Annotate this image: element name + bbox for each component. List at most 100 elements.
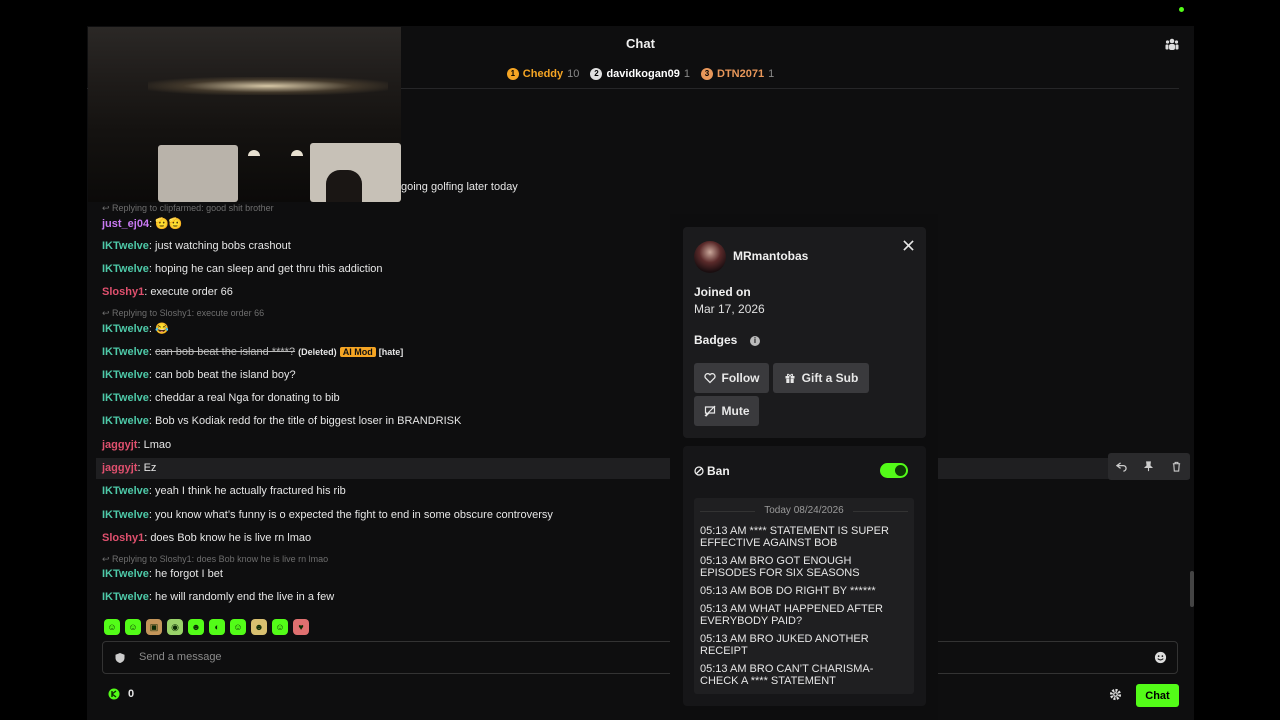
- ban-label: Ban: [694, 464, 730, 478]
- message-username[interactable]: IKTwelve: [102, 392, 149, 404]
- ban-icon: [694, 466, 704, 476]
- chat-message[interactable]: IKTwelve: Bob vs Kodiak redd for the tit…: [102, 415, 461, 427]
- chat-message[interactable]: Sloshy1: execute order 66: [102, 286, 233, 298]
- message-text: can bob beat the island boy?: [155, 369, 296, 381]
- message-text: 🫡🫡: [155, 218, 183, 230]
- emote[interactable]: ☺: [272, 619, 288, 635]
- emote[interactable]: ☻: [251, 619, 267, 635]
- message-username[interactable]: IKTwelve: [102, 263, 149, 275]
- history-message: 05:13 AM BRO JUKED ANOTHER RECEIPT: [700, 633, 869, 657]
- emote[interactable]: ☺: [125, 619, 141, 635]
- emote[interactable]: ◐: [209, 619, 225, 635]
- emote[interactable]: ☺: [230, 619, 246, 635]
- chat-message[interactable]: IKTwelve: 😂: [102, 322, 169, 335]
- pin-icon[interactable]: [1143, 461, 1154, 472]
- chat-message-deleted[interactable]: IKTwelve: can bob beat the island ****? …: [102, 346, 403, 358]
- mute-label: Mute: [721, 404, 750, 418]
- leaderboard-item[interactable]: 1 Cheddy 10: [506, 68, 580, 80]
- trash-icon[interactable]: [1171, 461, 1182, 472]
- message-history: Today 08/24/2026 05:13 AM **** STATEMENT…: [694, 498, 914, 694]
- message-input-box[interactable]: [102, 641, 1178, 674]
- leaderboard-name: DTN2071: [717, 68, 765, 80]
- lamp: [291, 150, 303, 156]
- chat-message-hovered[interactable]: jaggyjt: Ez: [102, 462, 156, 474]
- channel-points[interactable]: 0: [108, 688, 134, 700]
- emote[interactable]: ♥: [293, 619, 309, 635]
- message-username[interactable]: IKTwelve: [102, 591, 149, 603]
- message-username[interactable]: IKTwelve: [102, 240, 149, 252]
- chat-message[interactable]: IKTwelve: just watching bobs crashout: [102, 240, 291, 252]
- message-username[interactable]: jaggyjt: [102, 439, 137, 451]
- message-username[interactable]: Sloshy1: [102, 532, 144, 544]
- message-username[interactable]: IKTwelve: [102, 415, 149, 427]
- leaderboard-name: Cheddy: [522, 68, 564, 80]
- gear-icon[interactable]: [1109, 688, 1122, 701]
- message-text: you know what’s funny is o expected the …: [155, 509, 553, 521]
- profile-username[interactable]: MRmantobas: [733, 249, 808, 263]
- message-username[interactable]: IKTwelve: [102, 346, 149, 358]
- emote[interactable]: ◉: [167, 619, 183, 635]
- joined-date: Mar 17, 2026: [694, 302, 765, 316]
- close-icon[interactable]: [903, 240, 914, 251]
- ban-toggle[interactable]: [880, 463, 908, 478]
- send-chat-button[interactable]: Chat: [1136, 684, 1179, 707]
- mute-button[interactable]: Mute: [694, 396, 759, 426]
- chat-message[interactable]: IKTwelve: hoping he can sleep and get th…: [102, 263, 383, 275]
- message-username[interactable]: just_ej04: [102, 218, 149, 230]
- reply-context[interactable]: ↩ Replying to Sloshy1: does Bob know he …: [102, 554, 328, 565]
- mute-icon: [704, 405, 715, 417]
- history-message: 05:13 AM BOB DO RIGHT BY ******: [700, 585, 876, 597]
- scrollbar-thumb[interactable]: [1190, 571, 1194, 607]
- users-icon[interactable]: [1164, 36, 1180, 52]
- leaderboard-name: davidkogan09: [606, 68, 680, 80]
- online-indicator: [1179, 7, 1184, 12]
- message-text: hoping he can sleep and get thru this ad…: [155, 263, 383, 275]
- emote[interactable]: ☺: [104, 619, 120, 635]
- chat-message[interactable]: IKTwelve: can bob beat the island boy?: [102, 369, 296, 381]
- message-username[interactable]: IKTwelve: [102, 509, 149, 521]
- gift-sub-button[interactable]: Gift a Sub: [773, 363, 869, 393]
- video-player[interactable]: [88, 27, 401, 202]
- message-text: he forgot I bet: [155, 568, 223, 580]
- emote[interactable]: ▣: [146, 619, 162, 635]
- chat-message[interactable]: IKTwelve: cheddar a real Nga for donatin…: [102, 392, 340, 404]
- points-icon: [108, 688, 120, 700]
- emote-bar: ☺ ☺ ▣ ◉ ☻ ◐ ☺ ☻ ☺ ♥: [104, 619, 309, 635]
- follow-button[interactable]: Follow: [694, 363, 769, 393]
- message-username[interactable]: IKTwelve: [102, 568, 149, 580]
- message-username[interactable]: IKTwelve: [102, 323, 149, 335]
- reply-icon[interactable]: [1116, 461, 1127, 472]
- message-username[interactable]: Sloshy1: [102, 286, 144, 298]
- badges-label: Badges: [694, 333, 738, 347]
- reply-context[interactable]: ↩ Replying to Sloshy1: execute order 66: [102, 308, 264, 319]
- chat-message[interactable]: IKTwelve: you know what’s funny is o exp…: [102, 509, 553, 521]
- rank-badge: 3: [701, 68, 713, 80]
- gift-label: Gift a Sub: [801, 371, 859, 385]
- chat-message[interactable]: IKTwelve: he forgot I bet: [102, 568, 223, 580]
- emoji-icon[interactable]: [1154, 651, 1167, 664]
- message-text: does Bob know he is live rn lmao: [150, 532, 312, 544]
- message-text: he will randomly end the live in a few: [155, 591, 335, 603]
- message-username[interactable]: jaggyjt: [102, 462, 137, 474]
- chat-message[interactable]: jaggyjt: Lmao: [102, 439, 171, 451]
- message-username[interactable]: IKTwelve: [102, 485, 149, 497]
- message-username[interactable]: IKTwelve: [102, 369, 149, 381]
- reply-text: Replying to Sloshy1: execute order 66: [112, 308, 265, 318]
- moderation-card: Ban Today 08/24/2026 05:13 AM **** STATE…: [683, 446, 926, 706]
- leaderboard-item[interactable]: 3 DTN2071 1: [701, 68, 774, 80]
- leaderboard-item[interactable]: 2 davidkogan09 1: [590, 68, 690, 80]
- lamp: [248, 150, 260, 156]
- emote[interactable]: ☻: [188, 619, 204, 635]
- chat-message[interactable]: IKTwelve: he will randomly end the live …: [102, 591, 334, 603]
- chat-message[interactable]: Sloshy1: does Bob know he is live rn lma…: [102, 532, 311, 544]
- chat-message[interactable]: just_ej04: 🫡🫡: [102, 217, 183, 230]
- message-text: cheddar a real Nga for donating to bib: [155, 392, 340, 404]
- gift-icon: [785, 373, 795, 383]
- avatar[interactable]: [694, 241, 726, 273]
- message-text: Lmao: [143, 439, 172, 451]
- message-text: 😂: [155, 323, 169, 335]
- leaderboard-count: 10: [567, 68, 580, 80]
- reply-context[interactable]: ↩ Replying to clipfarmed: good shit brot…: [102, 203, 274, 214]
- chat-message[interactable]: IKTwelve: yeah I think he actually fract…: [102, 485, 346, 497]
- info-icon[interactable]: i: [750, 336, 760, 346]
